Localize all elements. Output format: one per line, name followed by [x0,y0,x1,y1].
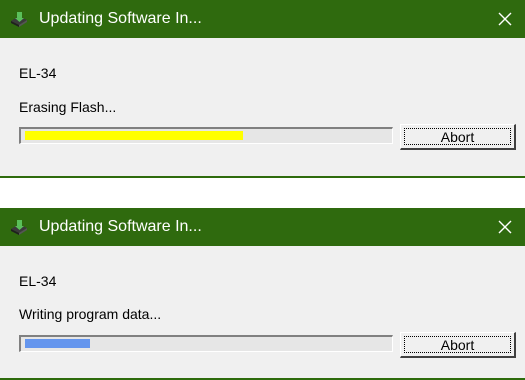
window-title: Updating Software In... [39,10,202,27]
title-bar[interactable]: Updating Software In... [0,0,525,38]
software-update-icon [11,220,27,235]
abort-button[interactable]: Abort [400,124,516,150]
update-dialog-writing: Updating Software In... EL-34 Writing pr… [0,208,525,380]
progress-bar [19,127,393,144]
progress-bar [19,335,393,352]
progress-fill [25,131,243,140]
title-bar[interactable]: Updating Software In... [0,208,525,246]
close-icon[interactable] [493,215,517,239]
status-text: Writing program data... [19,306,162,322]
software-update-icon [11,12,27,27]
device-label: EL-34 [19,273,57,289]
abort-button-label: Abort [404,336,511,353]
abort-button-label: Abort [404,128,511,145]
abort-button[interactable]: Abort [400,332,516,358]
device-label: EL-34 [19,65,57,81]
status-text: Erasing Flash... [19,99,117,115]
progress-fill [25,339,90,348]
update-dialog-erasing: Updating Software In... EL-34 Erasing Fl… [0,0,525,178]
window-title: Updating Software In... [39,218,202,235]
close-icon[interactable] [493,7,517,31]
